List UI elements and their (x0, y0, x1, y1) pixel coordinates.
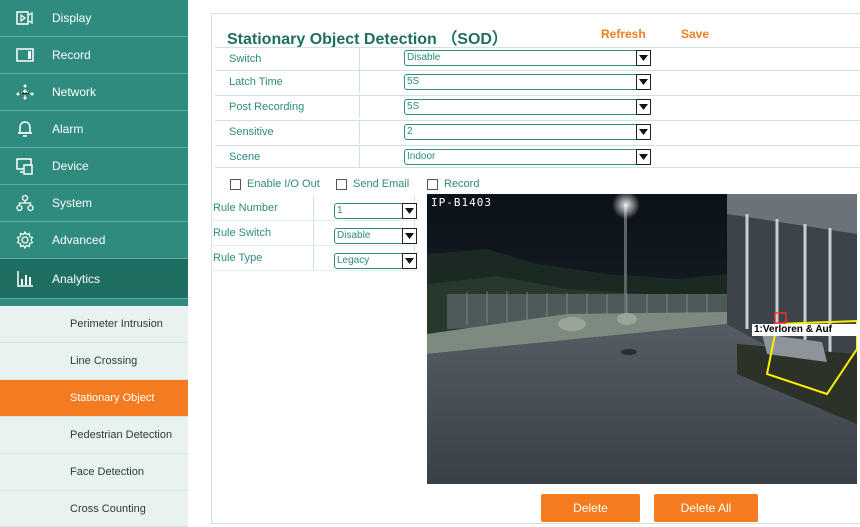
sidebar-item-label: Advanced (52, 233, 106, 247)
rule-type-select[interactable]: Legacy (334, 253, 417, 269)
sidebar-item-label: Analytics (52, 271, 101, 286)
video-preview[interactable]: IP-B1403 1:Verloren & Auf (427, 194, 857, 484)
sub-item-label: Perimeter Intrusion (70, 318, 163, 330)
display-icon (14, 7, 36, 29)
sidebar: Display Record Network Alarm Device Syst… (0, 0, 188, 527)
divider (188, 0, 196, 527)
sub-item-label: Face Detection (70, 466, 144, 478)
checkbox-box[interactable] (427, 178, 438, 190)
bell-icon (14, 118, 36, 140)
checkbox-label: Enable I/O Out (247, 178, 320, 190)
select-value: Disable (407, 52, 441, 63)
setting-label: Sensitive (215, 121, 360, 143)
sidebar-item-label: Display (52, 11, 92, 25)
sidebar-item-analytics[interactable]: Analytics (0, 259, 188, 299)
device-icon (14, 155, 36, 177)
sidebar-item-system[interactable]: System (0, 185, 188, 222)
chevron-down-icon (402, 253, 417, 269)
checkbox-box[interactable] (230, 178, 241, 190)
setting-label: Scene (215, 146, 360, 167)
sidebar-item-display[interactable]: Display (0, 0, 188, 37)
setting-label: Latch Time (215, 71, 360, 93)
sensitive-select[interactable]: 2 (404, 124, 651, 140)
chevron-down-icon (636, 74, 651, 90)
sidebar-item-record[interactable]: Record (0, 37, 188, 74)
sub-item-cross-counting[interactable]: Cross Counting (0, 491, 188, 527)
bottom-border (211, 523, 860, 524)
select-value: 5S (407, 101, 420, 112)
send-email-checkbox[interactable]: Send Email (336, 178, 409, 190)
record-checkbox[interactable]: Record (427, 178, 479, 190)
rule-label: Rule Switch (211, 221, 314, 245)
select-value: 1 (337, 205, 343, 216)
save-link[interactable]: Save (681, 27, 709, 41)
select-value: Legacy (337, 255, 370, 266)
chevron-down-icon (636, 149, 651, 165)
sidebar-item-label: Network (52, 85, 97, 99)
chevron-down-icon (636, 99, 651, 115)
select-value: Indoor (407, 151, 436, 162)
camera-scene (427, 194, 857, 484)
checkbox-label: Send Email (353, 178, 410, 190)
main-panel: Stationary Object Detection （SOD） Refres… (196, 0, 860, 527)
sidebar-item-label: Device (52, 159, 89, 173)
delete-all-button[interactable]: Delete All (654, 494, 758, 522)
analytics-icon (14, 268, 36, 290)
enable-io-checkbox[interactable]: Enable I/O Out (230, 178, 320, 190)
camera-label: IP-B1403 (431, 196, 492, 209)
select-value: 5S (407, 76, 420, 87)
rule-label: Rule Type (211, 246, 314, 270)
gear-icon (14, 229, 36, 251)
sidebar-item-device[interactable]: Device (0, 148, 188, 185)
select-value: Disable (337, 230, 371, 241)
sub-item-label: Cross Counting (70, 502, 146, 515)
page-title: Stationary Object Detection （SOD） (227, 31, 508, 48)
record-icon (14, 44, 36, 66)
chevron-down-icon (636, 50, 651, 66)
sub-item-line-crossing[interactable]: Line Crossing (0, 343, 188, 380)
chevron-down-icon (402, 228, 417, 244)
rule-label: Rule Number (211, 196, 314, 220)
sidebar-item-label: Alarm (52, 122, 84, 136)
sub-item-label: Stationary Object (70, 392, 155, 404)
chevron-down-icon (402, 203, 417, 219)
select-value: 2 (407, 126, 413, 137)
network-icon (14, 81, 36, 103)
post-recording-select[interactable]: 5S (404, 99, 651, 115)
delete-button[interactable]: Delete (541, 494, 640, 522)
sub-item-label: Pedestrian Detection (70, 429, 173, 441)
system-icon (14, 192, 36, 214)
sidebar-item-label: System (52, 196, 93, 210)
sub-item-pedestrian-detection[interactable]: Pedestrian Detection (0, 417, 188, 454)
sidebar-item-network[interactable]: Network (0, 74, 188, 111)
rule-switch-select[interactable]: Disable (334, 228, 417, 244)
sidebar-item-label: Record (52, 48, 91, 62)
scene-select[interactable]: Indoor (404, 149, 651, 165)
sub-item-perimeter-intrusion[interactable]: Perimeter Intrusion (0, 306, 188, 343)
sidebar-item-alarm[interactable]: Alarm (0, 111, 188, 148)
zone-label: 1:Verloren & Auf (754, 324, 832, 335)
top-border (211, 13, 860, 14)
switch-select[interactable]: Disable (404, 50, 651, 66)
sub-item-stationary-object[interactable]: Stationary Object (0, 380, 188, 417)
sub-item-face-detection[interactable]: Face Detection (0, 454, 188, 491)
sidebar-item-advanced[interactable]: Advanced (0, 222, 188, 259)
refresh-link[interactable]: Refresh (601, 27, 646, 41)
chevron-down-icon (636, 124, 651, 140)
checkbox-label: Record (444, 178, 480, 190)
setting-label: Post Recording (215, 96, 360, 118)
checkbox-box[interactable] (336, 178, 347, 190)
sub-item-label: Line Crossing (70, 355, 138, 367)
setting-label: Switch (215, 48, 360, 70)
latch-time-select[interactable]: 5S (404, 74, 651, 90)
rule-number-select[interactable]: 1 (334, 203, 417, 219)
